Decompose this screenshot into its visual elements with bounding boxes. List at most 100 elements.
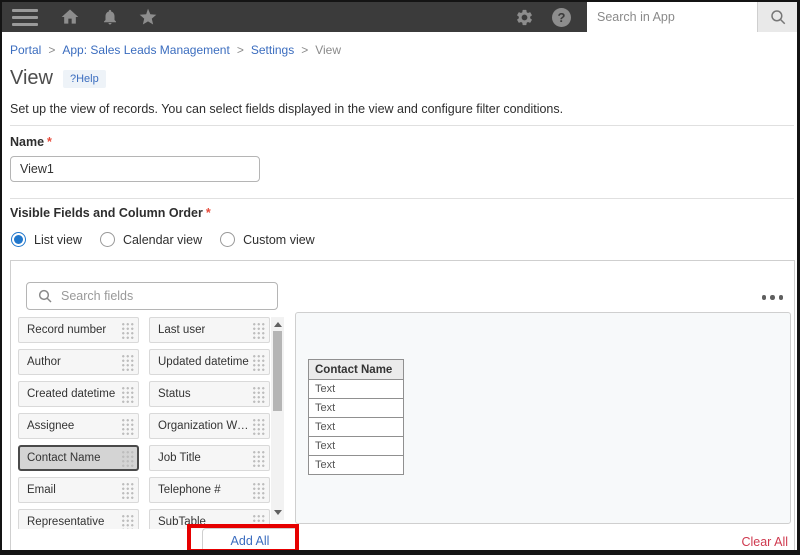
radio-option-label: Custom view (243, 233, 315, 247)
field-item[interactable]: Created datetime (18, 381, 139, 407)
app-search-input[interactable] (587, 2, 757, 32)
preview-table-header: Contact Name (309, 360, 404, 380)
field-item[interactable]: Organization Website (149, 413, 270, 439)
drag-handle-icon[interactable] (121, 450, 134, 467)
field-item[interactable]: Updated datetime (149, 349, 270, 375)
field-item[interactable]: Status (149, 381, 270, 407)
help-link[interactable]: ?Help (63, 70, 106, 88)
more-options-button[interactable] (759, 292, 787, 303)
field-item[interactable]: SubTable (149, 509, 270, 529)
radio-option-calendar-view[interactable]: Calendar view (100, 232, 202, 247)
add-all-button[interactable]: Add All (202, 528, 298, 553)
add-all-link[interactable]: Add All (231, 534, 270, 548)
breadcrumb-current: View (315, 43, 341, 57)
drag-handle-icon[interactable] (252, 322, 265, 339)
drag-handle-icon[interactable] (121, 386, 134, 403)
field-item[interactable]: Representative (18, 509, 139, 529)
drag-handle-icon[interactable] (121, 514, 134, 530)
preview-table: Contact Name TextTextTextTextText (308, 359, 404, 475)
field-item-label: Telephone # (158, 484, 221, 496)
favorites-star-icon[interactable] (138, 7, 158, 27)
field-item[interactable]: Record number (18, 317, 139, 343)
field-item-label: Last user (158, 324, 205, 336)
field-item[interactable]: Job Title (149, 445, 270, 471)
page-description: Set up the view of records. You can sele… (10, 102, 563, 116)
drag-handle-icon[interactable] (252, 354, 265, 371)
breadcrumb-separator: > (237, 43, 244, 57)
title-row: View ?Help (10, 67, 106, 90)
preview-table-cell: Text (309, 399, 404, 418)
drag-handle-icon[interactable] (121, 354, 134, 371)
field-item-label: SubTable (158, 516, 206, 528)
divider (10, 125, 794, 126)
field-item[interactable]: Email (18, 477, 139, 503)
preview-table-body: TextTextTextTextText (309, 380, 404, 475)
app-search-button[interactable] (757, 2, 797, 32)
radio-option-list-view[interactable]: List view (11, 232, 82, 247)
field-picker-panel: Record number Last user Author Updated date… (10, 260, 795, 550)
scroll-down-arrow-icon[interactable] (274, 510, 282, 515)
magnifier-icon (37, 288, 53, 304)
radio-selected-icon[interactable] (11, 232, 26, 247)
field-item-label: Updated datetime (158, 356, 249, 368)
drag-handle-icon[interactable] (252, 482, 265, 499)
breadcrumb: Portal > App: Sales Leads Management > Setti… (10, 43, 341, 57)
radio-unselected-icon[interactable] (100, 232, 115, 247)
preview-table-row: Text (309, 418, 404, 437)
drag-handle-icon[interactable] (252, 418, 265, 435)
help-icon[interactable]: ? (552, 8, 571, 27)
field-search-input[interactable] (61, 289, 277, 303)
preview-table-row: Text (309, 437, 404, 456)
required-mark: * (206, 206, 211, 220)
required-mark: * (47, 135, 52, 149)
drag-handle-icon[interactable] (252, 450, 265, 467)
drag-handle-icon[interactable] (252, 386, 265, 403)
field-item-label: Status (158, 388, 191, 400)
field-item[interactable]: Telephone # (149, 477, 270, 503)
drag-handle-icon[interactable] (252, 514, 265, 530)
visible-fields-label: Visible Fields and Column Order* (10, 206, 211, 220)
preview-table-cell: Text (309, 418, 404, 437)
field-item[interactable]: Last user (149, 317, 270, 343)
field-search (26, 282, 278, 310)
field-item[interactable]: Author (18, 349, 139, 375)
breadcrumb-separator: > (48, 43, 55, 57)
drag-handle-icon[interactable] (121, 482, 134, 499)
top-navigation-bar: ? (2, 2, 797, 32)
radio-option-custom-view[interactable]: Custom view (220, 232, 315, 247)
preview-table-cell: Text (309, 380, 404, 399)
page-title: View (10, 67, 53, 90)
view-name-input[interactable] (10, 156, 260, 182)
preview-table-header-row: Contact Name (309, 360, 404, 380)
radio-option-label: Calendar view (123, 233, 202, 247)
home-icon[interactable] (60, 7, 80, 27)
settings-gear-icon[interactable] (515, 8, 534, 27)
breadcrumb-link[interactable]: App: Sales Leads Management (62, 43, 229, 57)
field-item[interactable]: Assignee (18, 413, 139, 439)
radio-unselected-icon[interactable] (220, 232, 235, 247)
scroll-up-arrow-icon[interactable] (274, 322, 282, 327)
field-item-label: Record number (27, 324, 106, 336)
field-item-label: Contact Name (27, 452, 101, 464)
notifications-bell-icon[interactable] (101, 8, 119, 26)
scrollbar-thumb[interactable] (273, 331, 282, 411)
preview-table-row: Text (309, 380, 404, 399)
drag-handle-icon[interactable] (121, 418, 134, 435)
field-item-label: Author (27, 356, 61, 368)
drag-handle-icon[interactable] (121, 322, 134, 339)
hamburger-menu-icon[interactable] (12, 9, 38, 26)
divider (10, 198, 794, 199)
radio-option-label: List view (34, 233, 82, 247)
field-item-label: Email (27, 484, 56, 496)
breadcrumb-separator: > (301, 43, 308, 57)
name-field-label: Name* (10, 135, 52, 149)
breadcrumb-link[interactable]: Portal (10, 43, 41, 57)
field-list-scrollbar[interactable] (271, 317, 284, 520)
breadcrumb-link[interactable]: Settings (251, 43, 294, 57)
preview-table-row: Text (309, 399, 404, 418)
clear-all-link[interactable]: Clear All (741, 535, 788, 549)
field-item-label: Assignee (27, 420, 74, 432)
field-item-selected[interactable]: Contact Name (18, 445, 139, 471)
preview-table-cell: Text (309, 456, 404, 475)
field-list: Record number Last user Author Updated date… (18, 317, 271, 529)
